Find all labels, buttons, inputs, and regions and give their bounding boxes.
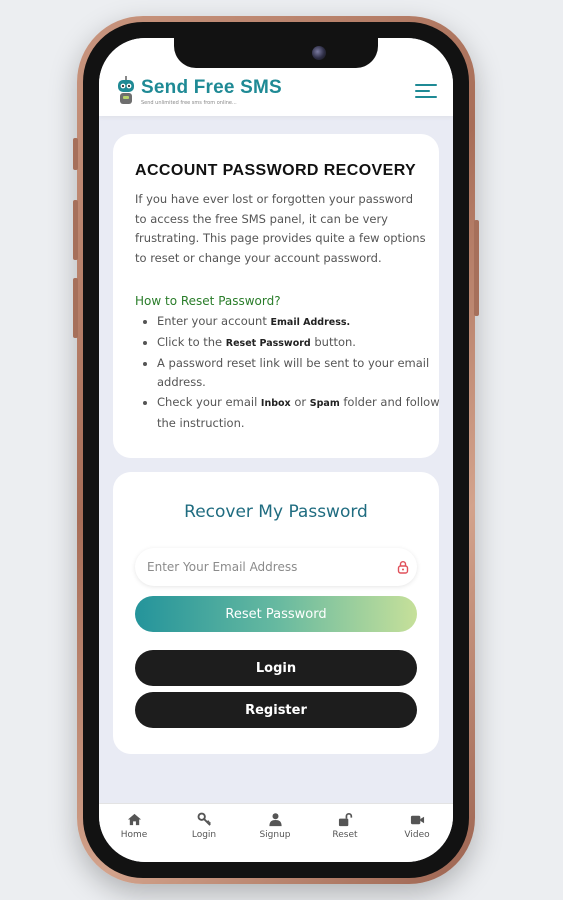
register-button[interactable]: Register [135,692,417,728]
brand-name: Send Free SMS [141,77,282,98]
hamburger-menu-icon[interactable] [415,84,437,100]
nav-item-login[interactable]: Login [174,812,234,840]
brand-tagline: Send unlimited free sms from online... [141,100,237,106]
key-icon [197,812,211,826]
user-icon [268,813,282,827]
phone-notch [174,38,378,68]
nav-label: Signup [259,830,291,840]
nav-item-home[interactable]: Home [104,812,164,840]
nav-item-signup[interactable]: Signup [245,812,305,840]
lock-icon [397,561,409,574]
nav-label: Home [120,830,148,840]
video-icon [410,815,424,825]
nav-label: Reset [332,830,358,840]
nav-item-video[interactable]: Video [387,812,447,840]
phone-screen: Send Free SMS Send unlimited free sms fr… [99,38,453,862]
reset-password-button[interactable]: Reset Password [135,596,417,632]
form-title: Recover My Password [184,502,368,522]
howto-steps-list: Enter your account Email Address. Click … [135,312,447,434]
nav-label: Video [404,830,430,840]
login-button[interactable]: Login [135,650,417,686]
phone-volume-up-button [73,200,78,260]
email-field-wrapper [135,548,417,586]
phone-power-button [474,220,479,316]
robot-logo-icon [118,76,134,104]
bottom-nav: Home Login Signup Reset Video [99,803,453,862]
recover-password-card: Recover My Password Reset Password Login… [113,472,439,754]
howto-heading: How to Reset Password? [135,294,281,308]
recovery-intro-text: If you have ever lost or forgotten your … [135,192,426,265]
phone-side-button [73,138,78,170]
phone-volume-down-button [73,278,78,338]
list-item: Check your email Inbox or Spam folder an… [157,393,447,434]
home-icon [127,813,141,826]
unlock-icon [338,812,352,827]
camera-icon [312,46,326,60]
email-field[interactable] [135,548,389,586]
list-item: Enter your account Email Address. [157,312,447,333]
phone-bezel: Send Free SMS Send unlimited free sms fr… [83,22,469,878]
nav-label: Login [191,830,217,840]
list-item: Click to the Reset Password button. [157,333,447,354]
nav-item-reset[interactable]: Reset [315,812,375,840]
recovery-info-card: ACCOUNT PASSWORD RECOVERY If you have ev… [113,134,440,458]
phone-frame: Send Free SMS Send unlimited free sms fr… [73,16,479,884]
recovery-title: ACCOUNT PASSWORD RECOVERY [135,162,417,179]
brand[interactable]: Send Free SMS Send unlimited free sms fr… [141,78,282,107]
list-item: A password reset link will be sent to yo… [157,354,447,394]
